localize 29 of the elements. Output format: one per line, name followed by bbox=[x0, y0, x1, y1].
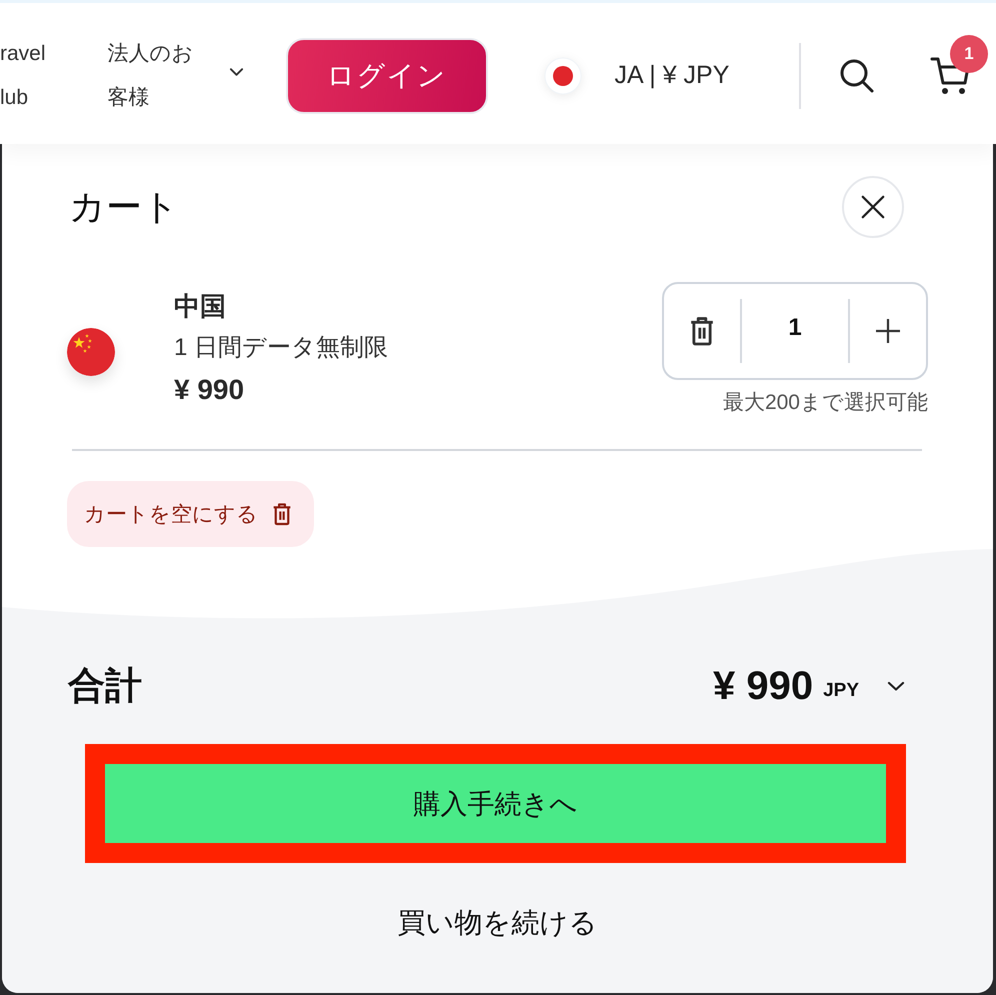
search-icon bbox=[839, 58, 875, 94]
total-amount: ¥ 990 bbox=[712, 664, 814, 708]
continue-shopping-button[interactable]: 買い物を続ける bbox=[390, 893, 606, 953]
locale-selector[interactable]: JA | ¥ JPY bbox=[544, 56, 730, 94]
item-price: ¥ 990 bbox=[174, 373, 246, 407]
nav-link[interactable]: ravel lub bbox=[0, 32, 46, 120]
currency-code: JPY bbox=[823, 680, 859, 702]
cart-count-badge: 1 bbox=[950, 34, 988, 72]
cart-title: カート bbox=[69, 185, 179, 229]
quantity-value: 1 bbox=[787, 314, 803, 342]
search-button[interactable] bbox=[839, 58, 875, 94]
flag-icon bbox=[544, 56, 582, 94]
empty-cart-button[interactable]: カートを空にする bbox=[67, 481, 314, 547]
nav-menu-button[interactable]: 法人のお 客様 bbox=[108, 32, 244, 120]
trash-icon bbox=[272, 502, 292, 526]
close-icon bbox=[860, 194, 886, 220]
plus-icon bbox=[875, 318, 901, 344]
quantity-limit-note: 最大200まで選択可能 bbox=[722, 391, 928, 415]
login-button[interactable]: ログイン bbox=[286, 38, 488, 114]
cart-button[interactable]: 1 bbox=[930, 34, 988, 96]
item-plan: 1 日間データ無制限 bbox=[174, 333, 388, 363]
chevron-down-icon bbox=[887, 681, 905, 691]
item-country: 中国 bbox=[174, 290, 227, 323]
flag-icon bbox=[67, 328, 115, 376]
total-label: 合計 bbox=[68, 664, 142, 708]
total-toggle-button[interactable] bbox=[887, 681, 905, 691]
chevron-down-icon bbox=[228, 66, 244, 76]
trash-icon bbox=[689, 315, 715, 347]
checkout-button[interactable]: 購入手続きへ bbox=[105, 764, 886, 843]
